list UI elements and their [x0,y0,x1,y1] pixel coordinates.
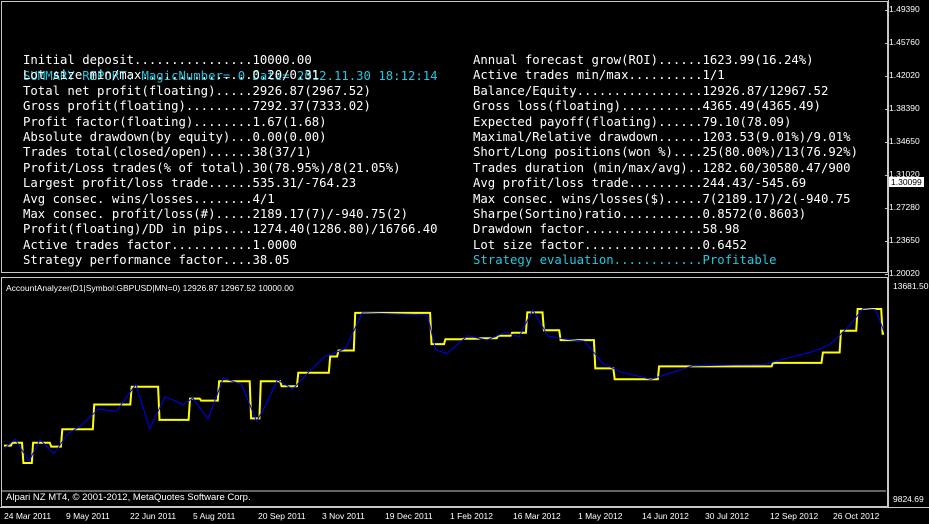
indicator-scale-min: 9824.69 [893,494,924,504]
report-line: Max consec. wins/losses($).....7(2189.17… [473,191,851,206]
date-label: 30 Jul 2012 [705,511,749,521]
report-left-column: Initial deposit................10000.00 … [23,53,438,268]
date-label: 1 May 2012 [578,511,623,521]
date-label: 5 Aug 2011 [193,511,236,521]
report-line: Active trades min/max..........1/1 [473,68,725,83]
date-label: 24 Mar 2011 [4,511,52,521]
time-axis-line [0,507,929,508]
report-line: Drawdown factor................58.98 [473,222,740,237]
date-label: 3 Nov 2011 [322,511,365,521]
report-line: Sharpe(Sortino)ratio...........0.8572(0.… [473,206,807,221]
price-tick-label: 1.34650 [885,136,920,146]
report-line: Max consec. profit/loss(#).....2189.17(7… [23,206,408,221]
date-label: 20 Sep 2011 [258,511,306,521]
date-label: 26 Oct 2012 [833,511,880,521]
report-line: Maximal/Relative drawdown......1203.53(9… [473,129,851,144]
report-line: Trades total(closed/open)......38(37/1) [23,145,312,160]
report-line: Avg profit/loss trade..........244.43/-5… [473,176,807,191]
date-label: 16 Mar 2012 [513,511,561,521]
price-tick-label: 1.38390 [885,103,920,113]
report-line: Gross profit(floating).........7292.37(7… [23,99,371,114]
report-line: Active trades factor...........1.0000 [23,237,297,252]
price-tick-label: 1.23650 [885,235,920,245]
report-line: Largest profit/loss trade......535.31/-7… [23,176,357,191]
equity-balance-chart [2,307,886,492]
report-line: Short/Long positions(won %)....25(80.00%… [473,145,858,160]
report-line: Lot size factor................0.6452 [473,237,747,252]
price-tick-label: 1.49390 [885,4,920,14]
indicator-scale-max: 13681.50 [893,281,929,291]
report-line: Initial deposit................10000.00 [23,53,312,67]
report-line: Profit/Loss trades(% of total).30(78.95%… [23,160,401,175]
strategy-evaluation: Strategy evaluation............Profitabl… [473,253,777,268]
report-line: Profit(floating)/DD in pips....1274.40(1… [23,222,438,237]
equity-line [3,307,885,462]
report-line: Annual forecast grow(ROI)......1623.99(1… [473,53,814,67]
date-label: 14 Jun 2012 [642,511,689,521]
date-label: 12 Sep 2012 [770,511,819,521]
report-line: Gross loss(floating)...........4365.49(4… [473,99,821,114]
time-axis: 24 Mar 2011 9 May 2011 22 Jun 2011 5 Aug… [0,510,888,524]
report-line: Strategy performance factor....38.05 [23,253,290,268]
report-line: Avg consec. wins/losses........4/1 [23,191,275,206]
report-line: Profit factor(floating)........1.67(1.68… [23,114,327,129]
date-label: 9 May 2011 [66,511,110,521]
report-line: Expected payoff(floating)......79.10(78.… [473,114,792,129]
price-tick-label: 1.20020 [885,268,920,278]
date-label: 22 Jun 2011 [130,511,177,521]
report-line: Trades duration (min/max/avg)..1282.60/3… [473,160,851,175]
report-line: Absolute drawdown(by equity)...0.00(0.00… [23,129,327,144]
current-price-label: 1.30099 [889,177,924,187]
report-line: Balance/Equity.................12926.87/… [473,83,829,98]
date-label: 1 Feb 2012 [450,511,494,521]
report-right-column: Annual forecast grow(ROI)......1623.99(1… [473,53,888,268]
report-line: Lot size min/max...............0.20/0.31 [23,68,320,83]
report-line: Total net profit(floating).....2926.87(2… [23,83,371,98]
date-label: 19 Dec 2011 [385,511,433,521]
price-tick-label: 1.27280 [885,202,920,212]
price-tick-label: 1.45760 [885,37,920,47]
price-tick-label: 1.42020 [885,70,920,80]
